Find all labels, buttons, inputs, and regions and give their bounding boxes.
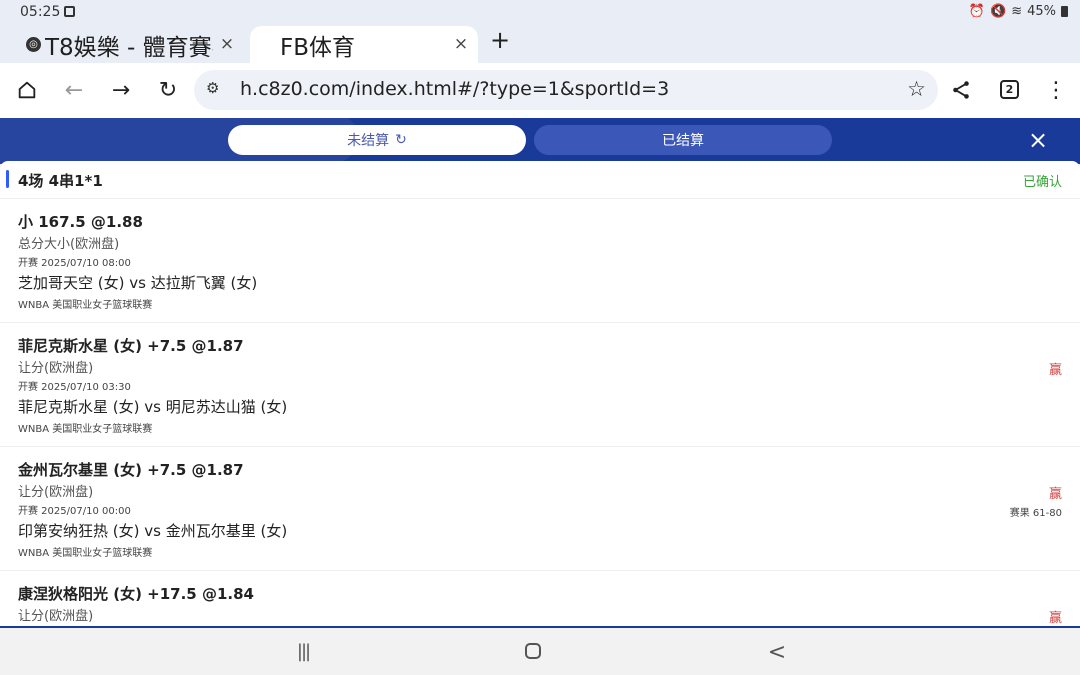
bet-record-header: 未结算 ↻ 已结算 × <box>0 118 1080 164</box>
more-menu-icon[interactable]: ⋮ <box>1041 75 1071 105</box>
status-bar: 05:25 ⏰ 🔇 ≋ 45% <box>0 0 1080 24</box>
alarm-icon: ⏰ <box>968 4 985 19</box>
system-nav-bar: ||| < <box>0 626 1080 675</box>
tab-title: FB体育 <box>280 34 356 61</box>
tab-fb-sports[interactable]: FB体育 × <box>250 26 478 63</box>
bet-selection: 菲尼克斯水星 (女) +7.5 @1.87 <box>18 337 244 355</box>
battery-icon <box>1061 6 1068 17</box>
battery-level: 45% <box>1027 4 1056 19</box>
url-text[interactable]: h.c8z0.com/index.html#/?type=1&sportId=3 <box>240 78 669 100</box>
league-name: WNBA 美国职业女子篮球联赛 <box>18 548 153 559</box>
tab-strip: ◎ T8娛樂 - 體育賽事 × FB体育 × + <box>0 24 1080 63</box>
home-button-icon[interactable] <box>525 643 541 659</box>
site-settings-icon[interactable]: ⚙ <box>206 79 228 101</box>
forward-arrow-icon[interactable]: → <box>106 75 136 105</box>
share-icon[interactable] <box>946 75 976 105</box>
address-bar[interactable]: ⚙ h.c8z0.com/index.html#/?type=1&sportId… <box>194 70 938 110</box>
bet-selection: 小 167.5 @1.88 <box>18 213 143 231</box>
refresh-icon[interactable]: ↻ <box>395 132 407 148</box>
status-time: 05:25 <box>20 4 61 20</box>
bet-leg: 菲尼克斯水星 (女) +7.5 @1.87 让分(欧洲盘) 开赛 2025/07… <box>0 323 1080 447</box>
recents-icon[interactable]: ||| <box>288 641 318 662</box>
tab-close-button[interactable]: × <box>452 34 470 54</box>
match-teams: 菲尼克斯水星 (女) vs 明尼苏达山猫 (女) <box>18 398 288 416</box>
tab-title: T8娛樂 - 體育賽事 <box>45 34 213 61</box>
back-arrow-icon[interactable]: ← <box>59 75 89 105</box>
match-start-time: 开赛 2025/07/10 00:00 <box>18 506 131 517</box>
wifi-icon: ≋ <box>1011 4 1023 19</box>
bet-type: 4场 4串1*1 <box>18 172 103 190</box>
tab-settled[interactable]: 已结算 <box>534 125 832 155</box>
match-score: 赛果 61-80 <box>1009 508 1062 519</box>
bookmark-star-icon[interactable]: ☆ <box>907 77 926 101</box>
home-icon[interactable] <box>12 75 42 105</box>
close-icon[interactable]: × <box>1026 126 1050 154</box>
bet-market: 总分大小(欧洲盘) <box>18 237 120 252</box>
match-start-time: 开赛 2025/07/10 08:00 <box>18 258 131 269</box>
back-chevron-icon[interactable]: < <box>762 640 792 665</box>
bet-selection: 康涅狄格阳光 (女) +17.5 @1.84 <box>18 585 254 603</box>
bet-leg: 康涅狄格阳光 (女) +17.5 @1.84 让分(欧洲盘) 赢 <box>0 571 1080 626</box>
league-name: WNBA 美国职业女子篮球联赛 <box>18 424 153 435</box>
tab-settled-label: 已结算 <box>662 133 704 149</box>
status-icons: ⏰ 🔇 ≋ 45% <box>969 4 1068 19</box>
tab-unsettled[interactable]: 未结算 ↻ <box>228 125 526 155</box>
tab-unsettled-label: 未结算 <box>347 133 390 149</box>
bet-summary: 4场 4串1*1 已确认 <box>0 161 1080 199</box>
tab-close-button[interactable]: × <box>218 34 236 54</box>
league-name: WNBA 美国职业女子篮球联赛 <box>18 300 153 311</box>
reload-icon[interactable]: ↻ <box>153 75 183 105</box>
accent-bar <box>6 170 9 188</box>
globe-icon: ◎ <box>26 37 41 52</box>
bet-market: 让分(欧洲盘) <box>18 609 94 624</box>
bet-market: 让分(欧洲盘) <box>18 485 94 500</box>
tab-switcher-button[interactable]: 2 <box>1000 80 1019 99</box>
bet-result: 赢 <box>1048 611 1062 626</box>
match-teams: 印第安纳狂热 (女) vs 金州瓦尔基里 (女) <box>18 522 288 540</box>
new-tab-button[interactable]: + <box>490 26 510 54</box>
bet-leg: 小 167.5 @1.88 总分大小(欧洲盘) 开赛 2025/07/10 08… <box>0 199 1080 323</box>
browser-toolbar: ← → ↻ ⚙ h.c8z0.com/index.html#/?type=1&s… <box>0 63 1080 118</box>
bet-leg: 金州瓦尔基里 (女) +7.5 @1.87 让分(欧洲盘) 开赛 2025/07… <box>0 447 1080 571</box>
tab-t8[interactable]: ◎ T8娛樂 - 體育賽事 × <box>14 26 244 63</box>
bet-detail-panel: 4场 4串1*1 已确认 小 167.5 @1.88 总分大小(欧洲盘) 开赛 … <box>0 161 1080 626</box>
bet-market: 让分(欧洲盘) <box>18 361 94 376</box>
bet-result: 赢 <box>1048 487 1062 502</box>
notification-icon <box>64 6 75 17</box>
mute-icon: 🔇 <box>990 4 1007 19</box>
match-teams: 芝加哥天空 (女) vs 达拉斯飞翼 (女) <box>18 274 258 292</box>
match-start-time: 开赛 2025/07/10 03:30 <box>18 382 131 393</box>
status-badge: 已确认 <box>1022 175 1062 190</box>
bet-result: 赢 <box>1048 363 1062 378</box>
bet-selection: 金州瓦尔基里 (女) +7.5 @1.87 <box>18 461 244 479</box>
